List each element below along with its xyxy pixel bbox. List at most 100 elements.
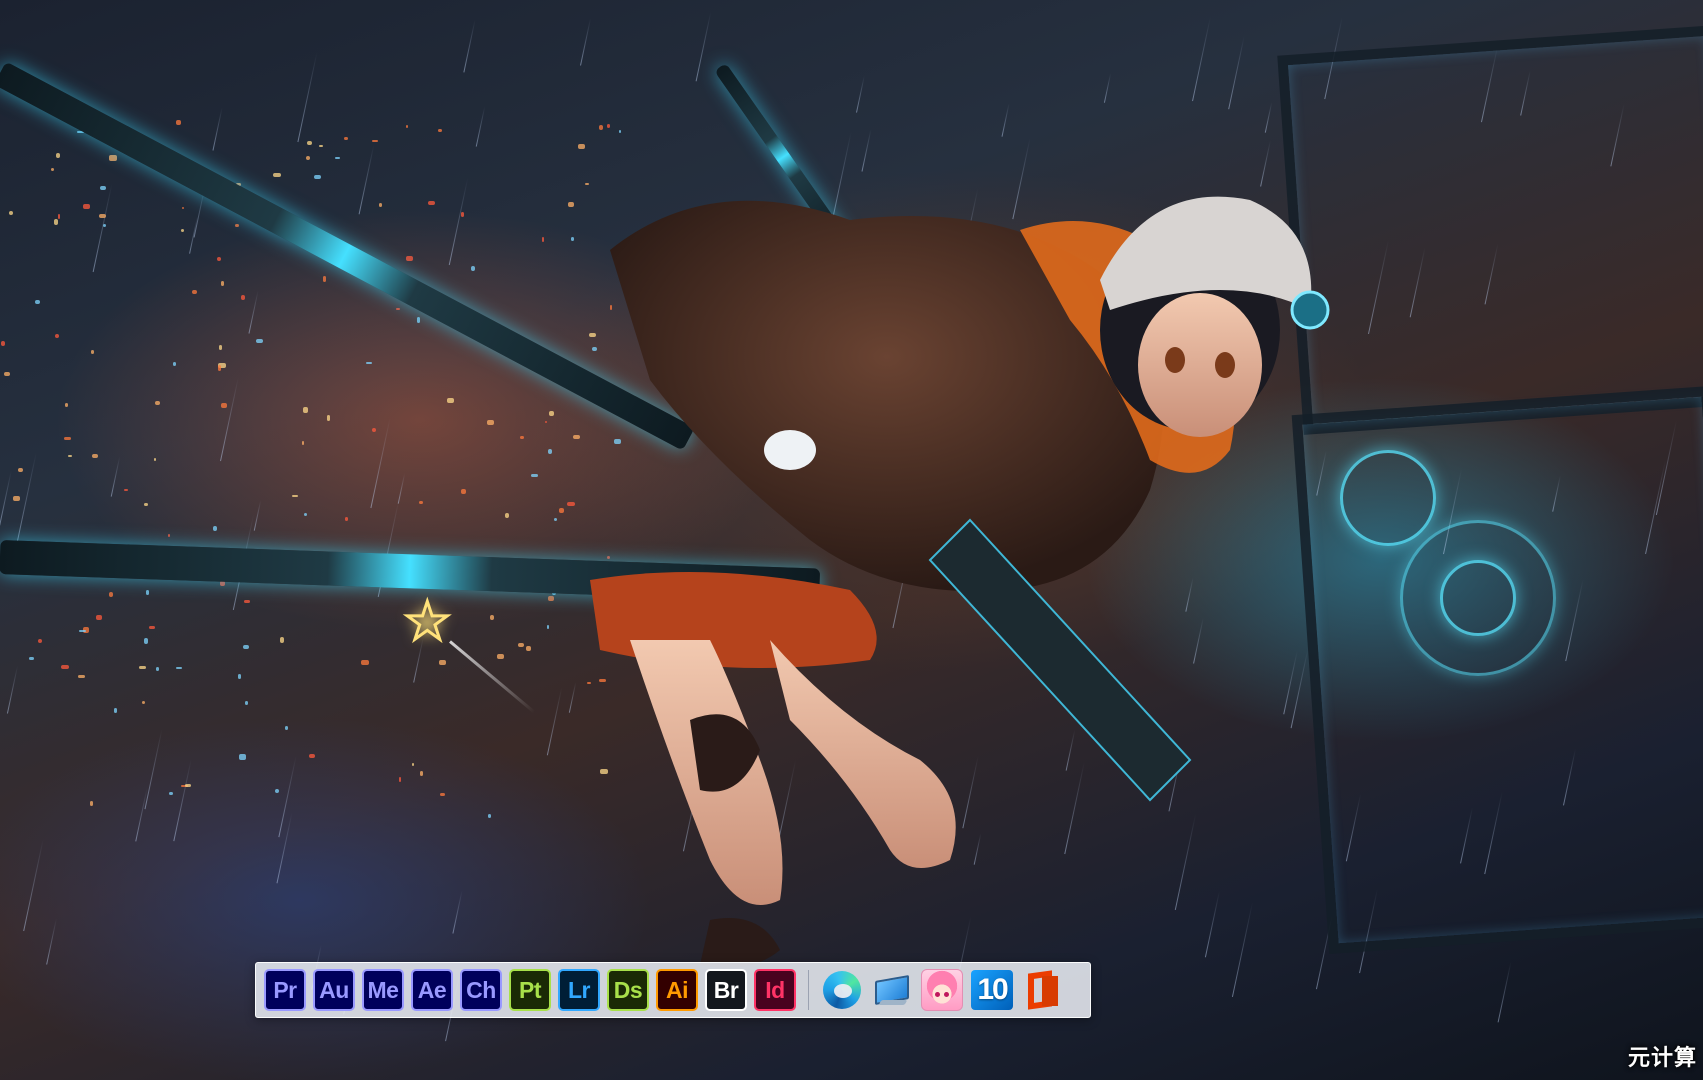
wallpaper-city-light (544, 420, 548, 424)
premiere-pro-app-icon[interactable]: Pr (264, 969, 306, 1011)
illustrator-app-icon[interactable]: Ai (656, 969, 698, 1011)
wallpaper-city-light (167, 533, 170, 537)
wallpaper-rain-streak (173, 758, 193, 842)
wallpaper-city-light (54, 333, 60, 339)
wallpaper-city-light (419, 500, 423, 504)
wallpaper-city-light (213, 525, 218, 532)
office-icon[interactable] (1021, 969, 1063, 1011)
wallpaper-city-light (113, 707, 118, 713)
character-animator-app-icon[interactable]: Ch (460, 969, 502, 1011)
edge-browser-icon[interactable] (821, 969, 863, 1011)
wallpaper-city-light (148, 625, 155, 630)
wallpaper-rain-streak (463, 19, 476, 73)
wallpaper-rain-streak (546, 687, 562, 756)
wallpaper-city-light (218, 344, 222, 351)
wallpaper-rain-streak (452, 889, 464, 934)
after-effects-app-icon[interactable]: Ae (411, 969, 453, 1011)
wallpaper-hologram-ring (1440, 560, 1516, 636)
wallpaper-rain-streak (144, 728, 163, 809)
wallpaper-city-light (318, 144, 324, 148)
wallpaper-city-light (302, 440, 305, 446)
dock: Pr Au Me Ae Ch Pt Lr Ds Ai Br Id 10 (255, 962, 1091, 1018)
wallpaper-city-light (153, 458, 157, 461)
wallpaper-rain-streak (568, 682, 576, 714)
indesign-app-icon[interactable]: Id (754, 969, 796, 1011)
wallpaper-city-light (547, 625, 550, 629)
wallpaper-city-light (361, 659, 370, 666)
bridge-app-icon[interactable]: Br (705, 969, 747, 1011)
wallpaper-city-light (91, 350, 94, 354)
win10-logo-icon: 10 (971, 970, 1013, 1010)
wallpaper-city-light (327, 415, 331, 421)
wallpaper-city-light (90, 800, 93, 807)
wallpaper-city-light (67, 454, 73, 457)
this-pc-icon[interactable] (871, 969, 913, 1011)
wallpaper-rain-streak (0, 470, 12, 526)
wallpaper-city-light (547, 595, 555, 602)
wallpaper-city-light (619, 129, 622, 133)
wallpaper-city-light (309, 754, 316, 759)
wallpaper-rain-streak (1497, 962, 1512, 1024)
wallpaper-city-light (378, 203, 383, 208)
wallpaper-city-light (108, 591, 113, 597)
wallpaper-city-light (439, 793, 446, 797)
wallpaper-rain-streak (219, 376, 239, 461)
wallpaper-city-light (365, 361, 372, 364)
media-encoder-app-icon[interactable]: Me (362, 969, 404, 1011)
substance-designer-app-icon[interactable]: Ds (607, 969, 649, 1011)
wallpaper-city-light (237, 673, 241, 679)
wallpaper-city-light (245, 701, 249, 705)
wallpaper-city-light (109, 155, 117, 161)
wallpaper-city-light (323, 276, 326, 282)
windows-10-icon[interactable]: 10 (971, 969, 1013, 1011)
wallpaper-city-light (344, 516, 348, 521)
wallpaper-city-light (64, 437, 71, 440)
lightroom-app-icon[interactable]: Lr (558, 969, 600, 1011)
wallpaper-city-light (313, 174, 322, 180)
wallpaper-city-light (13, 495, 20, 502)
wallpaper-city-light (4, 371, 10, 376)
wallpaper-city-light (191, 289, 197, 295)
wallpaper-city-light (487, 420, 494, 426)
wallpaper-figure (590, 160, 1350, 980)
wallpaper-rain-streak (23, 838, 44, 931)
wallpaper-city-light (28, 656, 34, 660)
wallpaper-city-light (175, 120, 181, 125)
wallpaper-city-light (306, 156, 310, 161)
wallpaper-city-light (35, 299, 41, 304)
audition-app-icon[interactable]: Au (313, 969, 355, 1011)
wallpaper-city-light (144, 637, 149, 644)
anime-avatar-app-icon[interactable] (921, 969, 963, 1011)
watermark: 元计算 (1627, 1045, 1697, 1070)
wallpaper-city-light (405, 125, 408, 129)
wallpaper-city-light (519, 435, 525, 439)
wallpaper-city-light (471, 266, 476, 271)
wallpaper-rain-streak (1001, 103, 1010, 138)
wallpaper-hologram-ring (1340, 450, 1436, 546)
wallpaper-city-light (234, 224, 239, 228)
wallpaper-city-light (372, 139, 379, 143)
wallpaper-city-light (573, 434, 581, 439)
wallpaper-city-light (58, 213, 61, 219)
wallpaper-city-light (55, 153, 61, 159)
wallpaper-city-light (155, 666, 160, 672)
wallpaper-city-light (272, 172, 281, 178)
wallpaper-city-light (176, 666, 183, 670)
wallpaper-rain-streak (248, 290, 260, 334)
wallpaper-city-light (343, 136, 348, 141)
wallpaper-rain-streak (92, 183, 112, 272)
wallpaper-city-light (78, 629, 86, 633)
wallpaper-city-light (279, 637, 284, 643)
substance-painter-app-icon[interactable]: Pt (509, 969, 551, 1011)
wallpaper-city-light (217, 257, 222, 262)
wallpaper-city-light (99, 213, 107, 219)
wallpaper-city-light (525, 645, 532, 652)
wallpaper-city-light (549, 410, 555, 416)
wallpaper-city-light (242, 645, 250, 650)
wallpaper-rain-streak (358, 144, 375, 214)
wallpaper-city-light (255, 338, 263, 343)
wallpaper-city-light (168, 792, 174, 796)
wallpaper-city-light (542, 237, 545, 243)
wallpaper-city-light (496, 654, 504, 660)
wallpaper-rain-streak (1103, 73, 1111, 104)
